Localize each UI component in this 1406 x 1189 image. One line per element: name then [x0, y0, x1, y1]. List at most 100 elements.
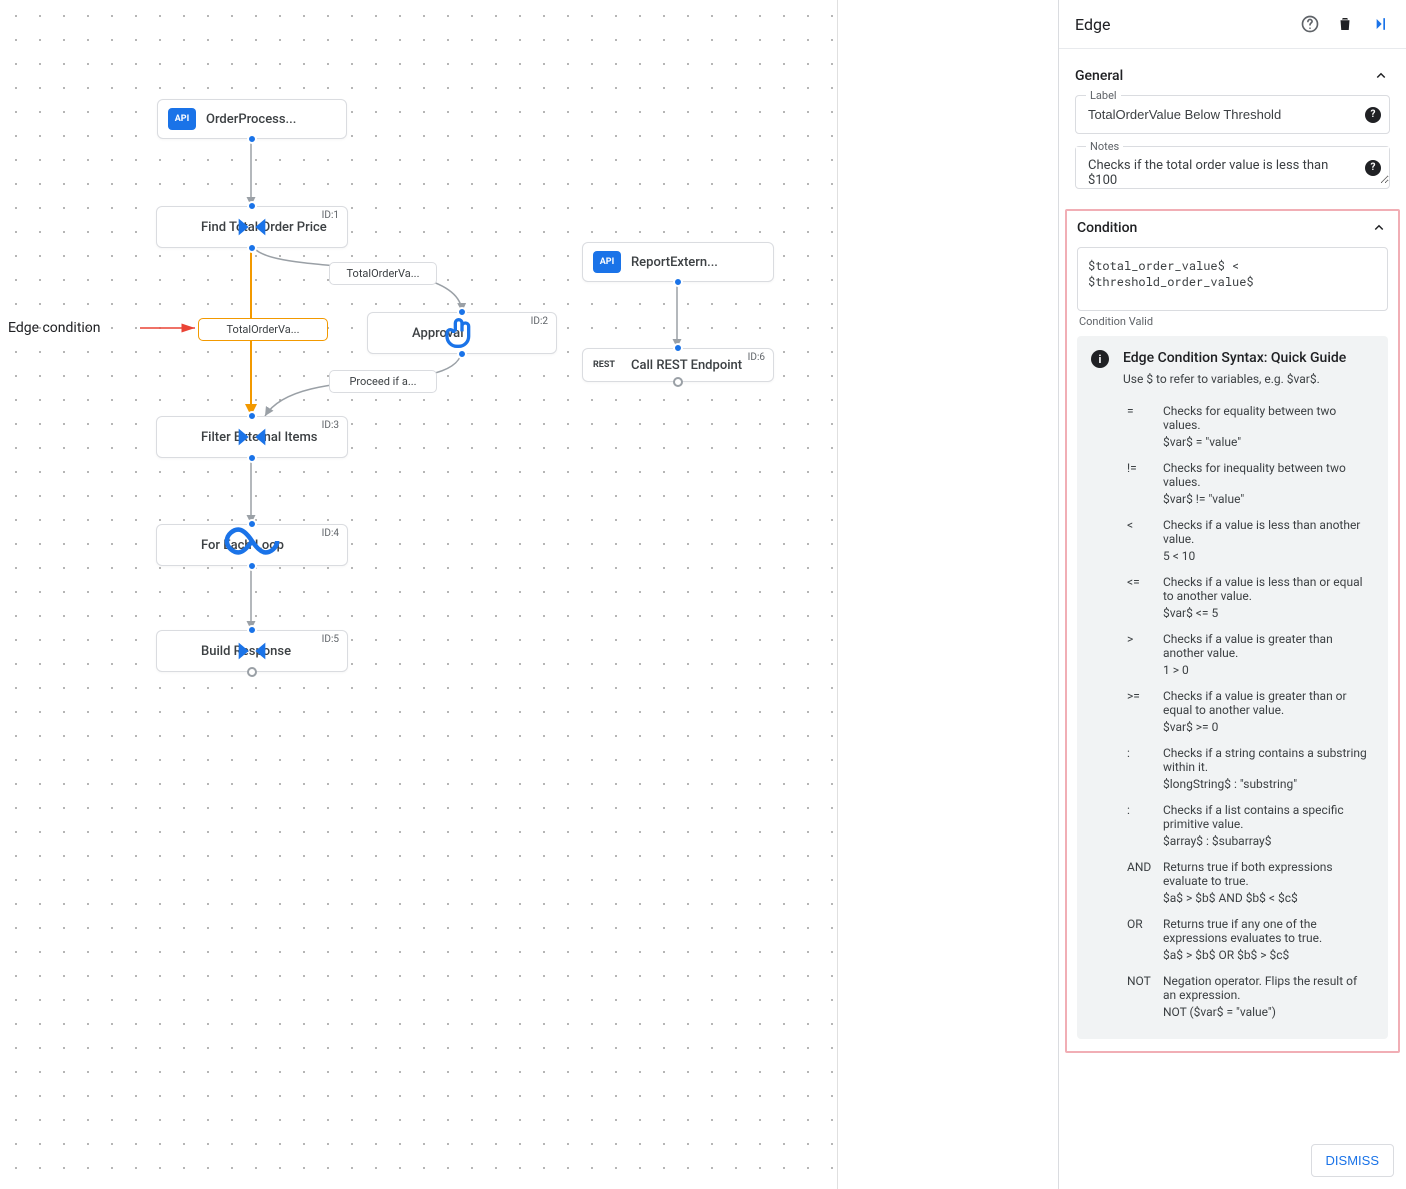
collapse-panel-icon[interactable] [1370, 14, 1390, 34]
condition-expression-text: $total_order_value$ < $threshold_order_v… [1088, 258, 1254, 290]
section-heading: Condition [1077, 220, 1137, 236]
syntax-row: ANDReturns true if both expressions eval… [1123, 854, 1374, 911]
section-general: General Label ? Notes ? [1059, 49, 1406, 205]
port-in[interactable] [247, 201, 257, 211]
node-id: ID:2 [531, 316, 548, 327]
api-icon: API [168, 108, 196, 130]
guide-subtitle: Use $ to refer to variables, e.g. $var$. [1123, 372, 1374, 386]
syntax-row: >Checks if a value is greater than anoth… [1123, 626, 1374, 683]
condition-valid-text: Condition Valid [1079, 315, 1388, 328]
data-map-icon [167, 639, 191, 663]
node-title: Build Response [201, 644, 291, 659]
port-out[interactable] [457, 349, 467, 359]
syntax-example: $longString$ : "substring" [1163, 777, 1370, 791]
syntax-operator: AND [1123, 854, 1159, 911]
annotation-label: Edge condition [8, 320, 101, 336]
port-out[interactable] [247, 561, 257, 571]
syntax-row: =Checks for equality between two values.… [1123, 398, 1374, 455]
data-map-icon [167, 215, 191, 239]
help-icon[interactable]: ? [1365, 160, 1381, 176]
help-icon[interactable] [1300, 14, 1320, 34]
rest-icon: REST [593, 357, 621, 373]
syntax-description: Returns true if any one of the expressio… [1159, 911, 1374, 968]
node-title: Find Total Order Price [201, 220, 327, 235]
port-out[interactable] [247, 134, 257, 144]
section-condition-header[interactable]: Condition [1077, 219, 1388, 247]
node-title: OrderProcess... [206, 112, 296, 127]
syntax-table: =Checks for equality between two values.… [1123, 398, 1374, 1025]
node-filter-external[interactable]: ID:3 Filter External Items [156, 416, 348, 458]
help-icon[interactable]: ? [1365, 107, 1381, 123]
node-build-response[interactable]: ID:5 Build Response [156, 630, 348, 672]
port-out[interactable] [247, 243, 257, 253]
node-report-extern[interactable]: API ReportExtern... [582, 242, 774, 282]
chevron-up-icon [1370, 219, 1388, 237]
syntax-operator: <= [1123, 569, 1159, 626]
annotation-edge-condition: Edge condition [8, 320, 101, 336]
syntax-example: $a$ > $b$ OR $b$ > $c$ [1163, 948, 1370, 962]
dismiss-button[interactable]: DISMISS [1311, 1144, 1394, 1177]
syntax-description: Checks if a value is greater than or equ… [1159, 683, 1374, 740]
field-label: Label [1086, 89, 1121, 102]
edge-label-below-threshold[interactable]: TotalOrderVa... [198, 318, 328, 341]
chevron-up-icon [1372, 67, 1390, 85]
field-label: Notes [1086, 140, 1123, 153]
delete-icon[interactable] [1336, 14, 1354, 34]
syntax-example: $var$ != "value" [1163, 492, 1370, 506]
syntax-description: Returns true if both expressions evaluat… [1159, 854, 1374, 911]
syntax-example: $var$ <= 5 [1163, 606, 1370, 620]
syntax-operator: < [1123, 512, 1159, 569]
port-out[interactable] [247, 667, 257, 677]
flow-canvas[interactable]: Edge condition API OrderProcess... ID:1 … [0, 0, 837, 1189]
notes-field: Notes ? [1075, 146, 1390, 189]
syntax-description: Checks if a value is less than another v… [1159, 512, 1374, 569]
port-in[interactable] [247, 625, 257, 635]
edge-properties-panel: Edge General Label ? Notes ? [1058, 0, 1406, 1189]
port-in[interactable] [457, 307, 467, 317]
syntax-row: :Checks if a string contains a substring… [1123, 740, 1374, 797]
port-out[interactable] [673, 277, 683, 287]
syntax-row: :Checks if a list contains a specific pr… [1123, 797, 1374, 854]
port-in[interactable] [247, 411, 257, 421]
node-find-total[interactable]: ID:1 Find Total Order Price [156, 206, 348, 248]
condition-expression-input[interactable]: $total_order_value$ < $threshold_order_v… [1077, 247, 1388, 311]
syntax-row: <=Checks if a value is less than or equa… [1123, 569, 1374, 626]
port-in[interactable] [247, 519, 257, 529]
syntax-row: <Checks if a value is less than another … [1123, 512, 1374, 569]
node-call-rest[interactable]: ID:6 REST Call REST Endpoint [582, 348, 774, 382]
api-icon: API [593, 251, 621, 273]
edge-label-at-or-above[interactable]: TotalOrderVa... [329, 262, 437, 285]
node-for-each-loop[interactable]: ID:4 For Each Loop [156, 524, 348, 566]
syntax-operator: != [1123, 455, 1159, 512]
syntax-operator: : [1123, 740, 1159, 797]
syntax-operator: > [1123, 626, 1159, 683]
node-title: For Each Loop [201, 538, 284, 553]
port-in[interactable] [673, 343, 683, 353]
syntax-example: $a$ > $b$ AND $b$ < $c$ [1163, 891, 1370, 905]
node-id: ID:5 [322, 634, 339, 645]
syntax-guide: i Edge Condition Syntax: Quick Guide Use… [1077, 336, 1388, 1039]
hand-icon [378, 321, 402, 345]
syntax-example: NOT ($var$ = "value") [1163, 1005, 1370, 1019]
section-general-header[interactable]: General [1075, 61, 1390, 95]
node-title: Approval [412, 326, 464, 341]
edge-label-text: TotalOrderVa... [347, 267, 420, 280]
node-title: Call REST Endpoint [631, 358, 742, 373]
syntax-operator: >= [1123, 683, 1159, 740]
edge-label-proceed[interactable]: Proceed if a... [329, 370, 437, 393]
label-input[interactable] [1076, 96, 1389, 133]
syntax-example: 1 > 0 [1163, 663, 1370, 677]
syntax-row: !=Checks for inequality between two valu… [1123, 455, 1374, 512]
panel-divider[interactable] [837, 0, 838, 1189]
panel-header: Edge [1059, 0, 1406, 49]
syntax-row: ORReturns true if any one of the express… [1123, 911, 1374, 968]
syntax-description: Checks if a value is less than or equal … [1159, 569, 1374, 626]
syntax-row: NOTNegation operator. Flips the result o… [1123, 968, 1374, 1025]
port-out[interactable] [673, 377, 683, 387]
syntax-example: $var$ >= 0 [1163, 720, 1370, 734]
node-approval[interactable]: ID:2 Approval [367, 312, 557, 354]
node-start[interactable]: API OrderProcess... [157, 99, 347, 139]
guide-title: Edge Condition Syntax: Quick Guide [1123, 350, 1374, 366]
section-heading: General [1075, 68, 1123, 84]
port-out[interactable] [247, 453, 257, 463]
